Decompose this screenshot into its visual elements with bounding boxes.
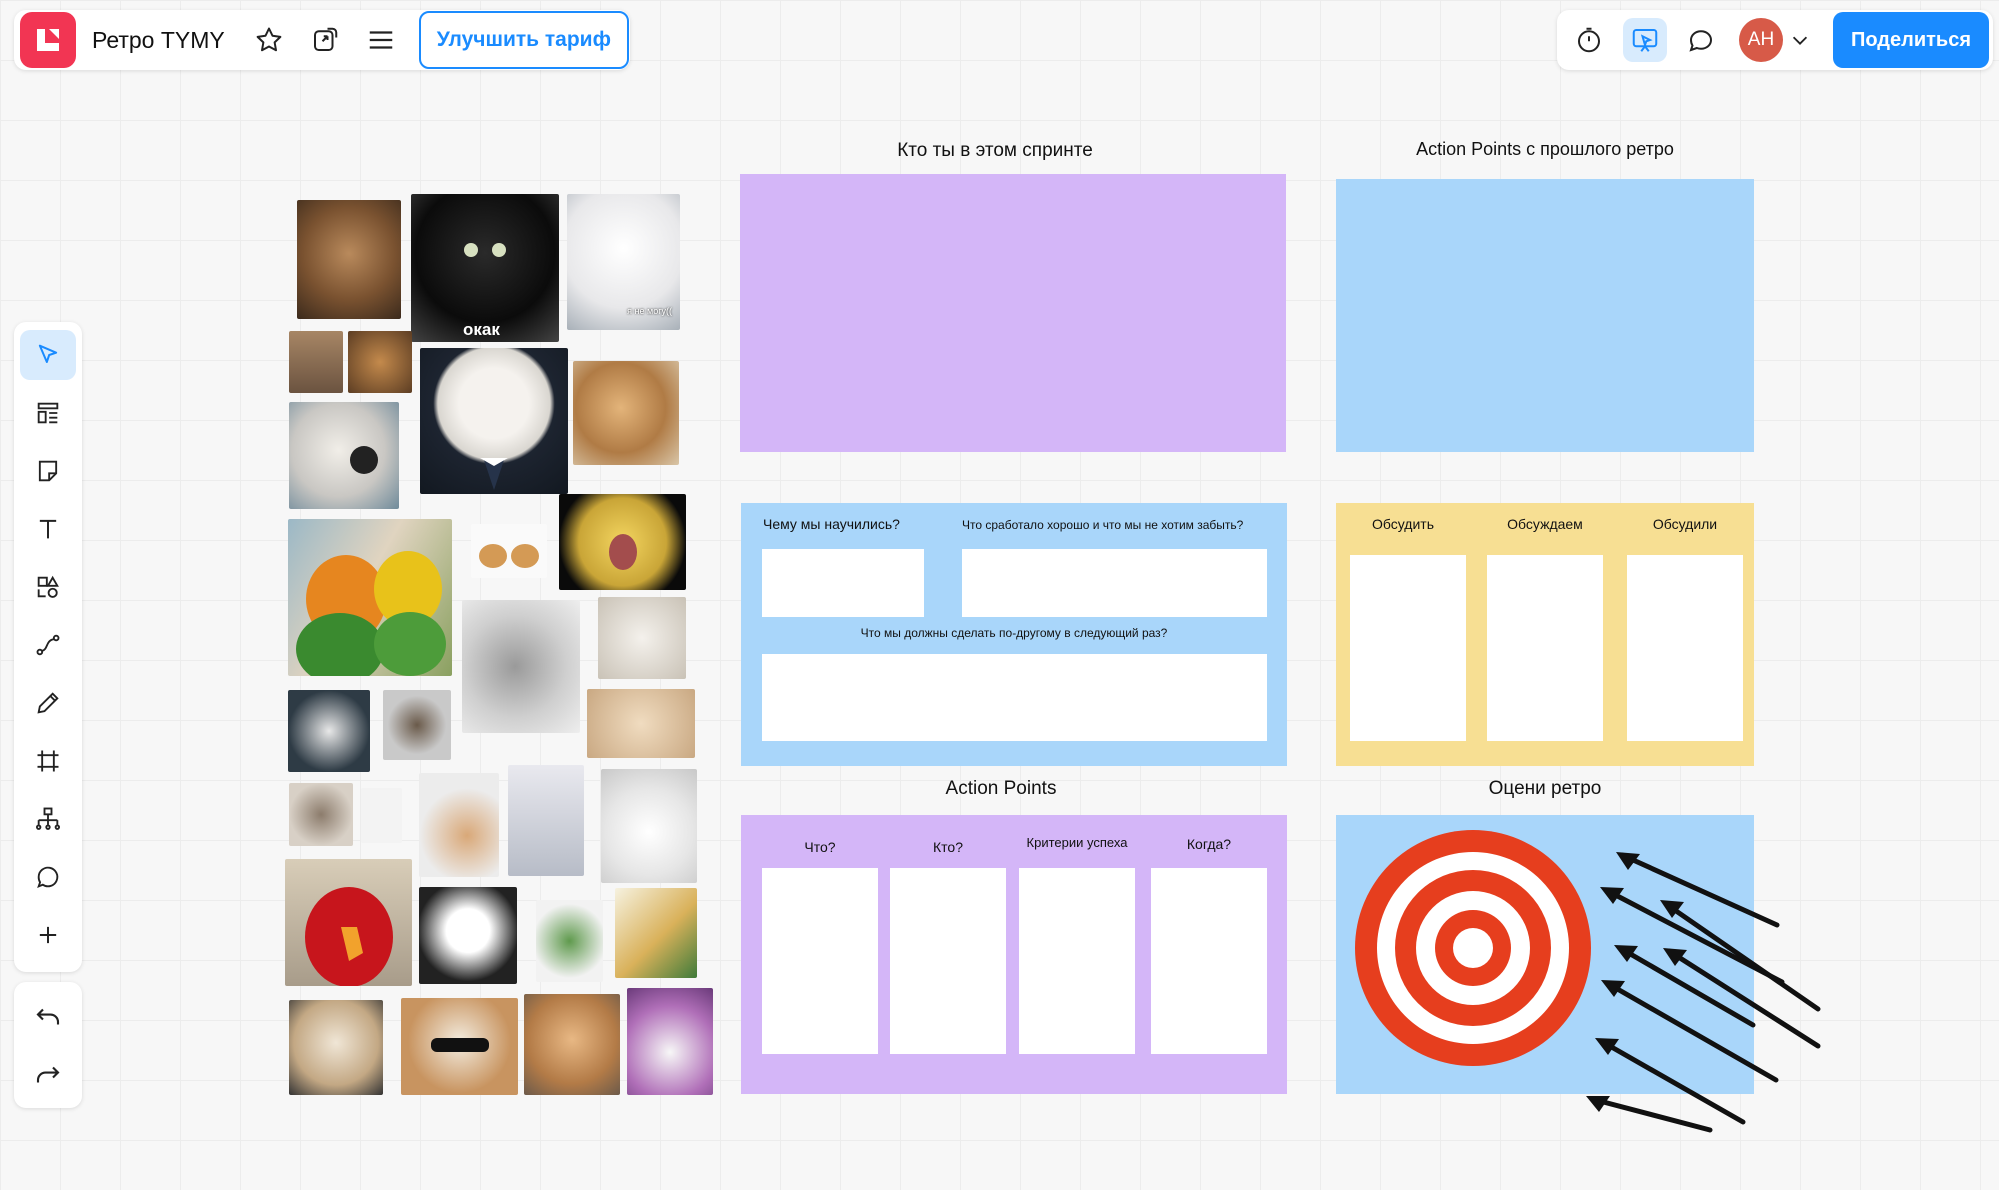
meme-image-okak[interactable]: окак [411,194,559,342]
label-ap-col3: Критерии успеха [1026,835,1128,850]
share-button[interactable]: Поделиться [1832,12,1989,68]
menu-icon[interactable] [359,18,403,62]
undo-icon[interactable] [20,992,76,1042]
templates-tool-icon[interactable] [20,388,76,438]
card-learned-3[interactable] [762,654,1267,741]
history-panel [14,982,82,1108]
text-tool-icon[interactable] [20,504,76,554]
connector-tool-icon[interactable] [20,620,76,670]
card-ap-who[interactable] [890,868,1006,1054]
card-kanban-2[interactable] [1487,555,1603,741]
card-ap-criteria[interactable] [1019,868,1135,1054]
meme-image[interactable] [587,689,695,758]
meme-image[interactable] [598,597,686,679]
meme-image-cant[interactable]: я не могу(( [567,194,680,330]
card-ap-what[interactable] [762,868,878,1054]
shapes-tool-icon[interactable] [20,562,76,612]
meme-image[interactable] [524,994,620,1095]
label-kanban-col1: Обсудить [1372,516,1434,532]
meme-image[interactable] [573,361,679,465]
favorite-star-icon[interactable] [247,18,291,62]
frame-who[interactable] [740,174,1286,452]
meme-image[interactable] [615,888,697,978]
meme-image[interactable] [288,519,452,676]
card-kanban-3[interactable] [1627,555,1743,741]
upgrade-plan-button[interactable]: Улучшить тариф [418,11,629,69]
label-ap-col2: Кто? [933,839,963,855]
label-ap-col4: Когда? [1186,836,1232,852]
redo-icon[interactable] [20,1050,76,1100]
meme-caption: я не могу(( [627,306,672,316]
label-kanban-col3: Обсудили [1652,516,1718,532]
timer-icon[interactable] [1567,18,1611,62]
mind-map-tool-icon[interactable] [20,794,76,844]
frame-title-rate: Оцени ретро [1488,778,1602,799]
label-learned-q1: Чему мы научились? [763,516,900,532]
top-right-panel: АН Поделиться [1557,10,1993,70]
meme-image[interactable] [559,494,686,590]
meme-image[interactable] [627,988,713,1095]
meme-image[interactable] [508,765,584,876]
meme-image[interactable] [419,773,499,877]
label-learned-q2: Что сработало хорошо и что мы не хотим з… [962,518,1244,532]
card-learned-1[interactable] [762,549,924,617]
card-kanban-1[interactable] [1350,555,1466,741]
label-learned-q3: Что мы должны сделать по-другому в следу… [860,626,1168,640]
chevron-down-icon[interactable] [1785,18,1815,62]
frame-title-who: Кто ты в этом спринте [897,140,1093,161]
sticky-note-tool-icon[interactable] [20,446,76,496]
meme-caption: окак [463,320,500,339]
card-ap-when[interactable] [1151,868,1267,1054]
add-tool-icon[interactable] [20,910,76,960]
comment-tool-icon[interactable] [20,852,76,902]
meme-image[interactable] [361,788,402,843]
board-title[interactable]: Ретро TYMY [92,27,225,54]
meme-image[interactable] [401,998,518,1095]
frame-prev-action-points[interactable] [1336,179,1754,452]
frame-title-action-points: Action Points [945,778,1057,799]
tool-panel [14,322,82,972]
meme-image[interactable] [383,690,451,760]
meme-image[interactable] [601,769,697,883]
label-ap-col1: Что? [804,839,836,855]
meme-image[interactable] [288,690,370,772]
label-kanban-col2: Обсуждаем [1507,516,1583,532]
meme-image[interactable] [462,600,580,733]
pen-tool-icon[interactable] [20,678,76,728]
frame-tool-icon[interactable] [20,736,76,786]
user-avatar[interactable]: АН [1739,18,1783,62]
card-learned-2[interactable] [962,549,1267,617]
app-logo[interactable] [20,12,76,68]
board-export-icon[interactable] [303,18,347,62]
meme-image[interactable] [419,887,517,984]
meme-image[interactable] [471,524,547,578]
meme-image[interactable] [297,200,401,319]
select-tool-icon[interactable] [20,330,76,380]
meme-image[interactable] [289,1000,383,1095]
presentation-icon[interactable] [1623,18,1667,62]
meme-image[interactable] [289,402,399,509]
top-left-panel: Ретро TYMY Улучшить тариф [14,10,630,70]
meme-image[interactable] [348,331,412,393]
comments-icon[interactable] [1679,18,1723,62]
arrows-illustration [1586,852,1821,1133]
frame-title-prev-ap: Action Points с прошлого ретро [1416,139,1674,159]
meme-image[interactable] [420,348,568,494]
meme-image[interactable] [536,900,603,982]
meme-image[interactable] [289,331,343,393]
meme-image[interactable] [289,783,353,846]
meme-image[interactable] [285,859,412,986]
